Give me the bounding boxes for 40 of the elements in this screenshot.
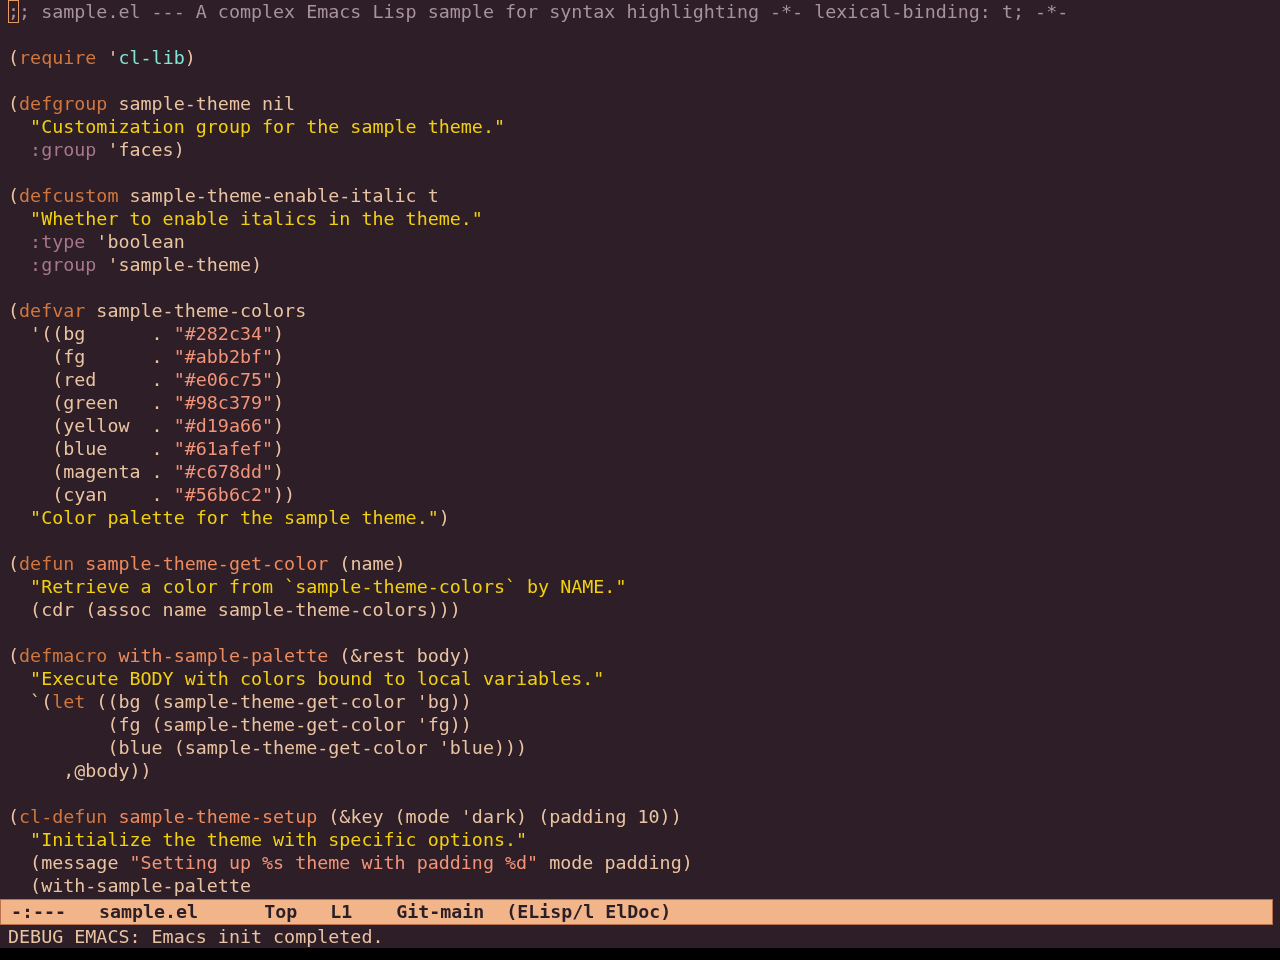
code-line: (with-sample-palette (30, 875, 251, 896)
code-line: ,@body)) (63, 760, 152, 781)
code-line: :group 'faces) (30, 139, 185, 160)
code-line: (cyan . "#56b6c2")) (52, 484, 296, 505)
code-line: "Initialize the theme with specific options." (30, 829, 528, 850)
code-line: "Customization group for the sample theme." (30, 116, 505, 137)
text-cursor: ; (8, 0, 20, 23)
code-line: (defcustom sample-theme-enable-italic t (8, 185, 439, 206)
vc-branch: Git-main (396, 900, 485, 924)
code-line: :group 'sample-theme) (30, 254, 263, 275)
scroll-position: Top (264, 900, 298, 924)
line-number: L1 (330, 900, 353, 924)
buffer-name: sample.el (99, 900, 199, 924)
modified-status: -:--- (11, 900, 67, 924)
code-line: (defun sample-theme-get-color (name) (8, 553, 406, 574)
code-line: '((bg . "#282c34") (30, 323, 285, 344)
code-line: ; sample.el --- A complex Emacs Lisp sample for syntax highlighting -*- lexical-binding: t; -*- (19, 1, 1069, 22)
code-line: (magenta . "#c678dd") (52, 461, 285, 482)
code-line: "Whether to enable italics in the theme." (30, 208, 483, 229)
code-line: (message "Setting up %s theme with padding %d" mode padding) (30, 852, 693, 873)
code-line: (yellow . "#d19a66") (52, 415, 285, 436)
code-line: (require 'cl-lib) (8, 47, 196, 68)
code-line: (fg . "#abb2bf") (52, 346, 285, 367)
code-line: "Retrieve a color from `sample-theme-colors` by NAME." (30, 576, 627, 597)
code-line: (cl-defun sample-theme-setup (&key (mode 'dark) (padding 10)) (8, 806, 682, 827)
code-line: (red . "#e06c75") (52, 369, 285, 390)
code-line: "Execute BODY with colors bound to local variables." (30, 668, 605, 689)
code-line: (defvar sample-theme-colors (8, 300, 307, 321)
major-mode: (ELisp/l ElDoc) (506, 900, 672, 924)
code-line: (cdr (assoc name sample-theme-colors))) (30, 599, 461, 620)
code-line: `(let ((bg (sample-theme-get-color 'bg)) (30, 691, 472, 712)
echo-message: DEBUG EMACS: Emacs init completed. (8, 926, 384, 947)
code-line: (green . "#98c379") (52, 392, 285, 413)
code-line: :type 'boolean (30, 231, 185, 252)
code-line: (defgroup sample-theme nil (8, 93, 296, 114)
code-line: "Color palette for the sample theme.") (30, 507, 450, 528)
code-line: (defmacro with-sample-palette (&rest body) (8, 645, 472, 666)
code-line: (blue (sample-theme-get-color 'blue))) (107, 737, 528, 758)
code-line: (blue . "#61afef") (52, 438, 285, 459)
code-line: (fg (sample-theme-get-color 'fg)) (107, 714, 472, 735)
